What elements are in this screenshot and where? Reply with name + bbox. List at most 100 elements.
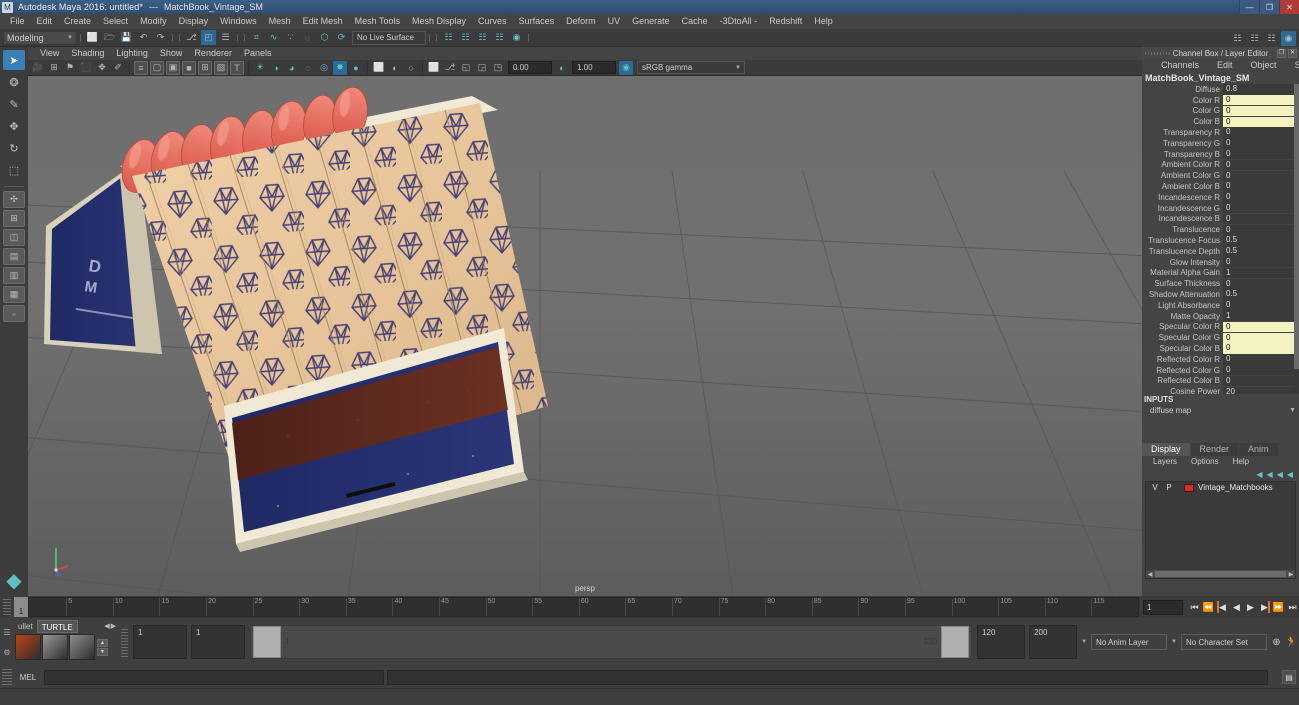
- play-backwards-button[interactable]: ◀: [1230, 599, 1243, 615]
- shadows-icon[interactable]: ◕: [285, 61, 299, 75]
- use-all-lights-icon[interactable]: ◑: [269, 61, 283, 75]
- flat-shade-icon[interactable]: ■: [182, 60, 196, 75]
- channel-box-scrollbar[interactable]: [1294, 84, 1299, 394]
- anim-start-field[interactable]: 1: [191, 625, 245, 659]
- playback-end-field[interactable]: 200: [1029, 625, 1078, 659]
- layer-menu-layers[interactable]: Layers: [1146, 456, 1184, 468]
- channel-value[interactable]: 0: [1223, 148, 1299, 160]
- xray-joints-icon[interactable]: ◐: [388, 61, 402, 75]
- menu-item-curves[interactable]: Curves: [472, 14, 513, 29]
- range-row-divider[interactable]: [121, 627, 128, 657]
- wireframe-on-shaded-icon[interactable]: ⊞: [198, 60, 212, 75]
- anim-layer-dropdown-arrow[interactable]: ▼: [1081, 639, 1087, 645]
- channel-value[interactable]: 0: [1223, 213, 1299, 225]
- shelf-spinner-up[interactable]: ▲: [97, 638, 108, 647]
- viewport-menu-panels[interactable]: Panels: [238, 47, 278, 60]
- statusline-separator-5[interactable]: |: [241, 31, 248, 44]
- single-pane-layout[interactable]: ▫: [3, 305, 25, 322]
- menu-item-select[interactable]: Select: [97, 14, 134, 29]
- menu-item-modify[interactable]: Modify: [134, 14, 173, 29]
- channel-value[interactable]: 1: [1223, 267, 1299, 279]
- menu-item-3dtoall[interactable]: -3DtoAll -: [714, 14, 764, 29]
- channelbox-menu-channels[interactable]: Channels: [1152, 59, 1208, 72]
- rotate-tool[interactable]: ↻: [3, 138, 25, 158]
- channel-value[interactable]: 0: [1223, 95, 1299, 106]
- layer-menu-help[interactable]: Help: [1226, 456, 1256, 468]
- character-set-dropdown-arrow[interactable]: ▼: [1171, 639, 1177, 645]
- select-objects-icon[interactable]: ⎇: [443, 61, 457, 75]
- scroll-left-icon[interactable]: ◀: [1146, 571, 1154, 578]
- scrollbar-thumb[interactable]: [1155, 571, 1286, 577]
- close-button[interactable]: ✕: [1279, 0, 1299, 14]
- menu-item-edit-mesh[interactable]: Edit Mesh: [297, 14, 349, 29]
- channel-box-input-node[interactable]: diffuse map ▼: [1142, 405, 1299, 416]
- menuset-selector[interactable]: Modeling ▼: [3, 30, 77, 45]
- four-view-layout[interactable]: ⊞: [3, 210, 25, 227]
- channel-value[interactable]: 0: [1223, 116, 1299, 127]
- show-hide-channel-box-icon[interactable]: ☷: [475, 30, 490, 45]
- exposure-field[interactable]: 0.00: [508, 61, 552, 74]
- channel-value[interactable]: 0: [1223, 170, 1299, 181]
- channel-value[interactable]: 0: [1223, 105, 1299, 117]
- save-scene-icon[interactable]: 💾: [119, 30, 134, 45]
- snap-to-projected-center-icon[interactable]: ◌: [300, 30, 315, 45]
- xray-active-components-icon[interactable]: ○: [404, 61, 418, 75]
- show-hide-tool-settings-icon[interactable]: ☷: [458, 30, 473, 45]
- screen-space-ao-icon[interactable]: ◌: [301, 61, 315, 75]
- show-hide-attribute-editor-icon[interactable]: ☷: [441, 30, 456, 45]
- shelf-spinner-down[interactable]: ▼: [97, 647, 108, 656]
- anim-layer-selector[interactable]: No Anim Layer: [1091, 634, 1168, 650]
- channel-value[interactable]: 0.5: [1223, 246, 1299, 257]
- menu-item-mesh-tools[interactable]: Mesh Tools: [349, 14, 406, 29]
- shelf-scroll-right-icon[interactable]: ▶: [111, 622, 116, 630]
- menu-item-create[interactable]: Create: [58, 14, 97, 29]
- command-input-field[interactable]: [44, 669, 384, 685]
- render-view-icon[interactable]: ◉: [509, 30, 524, 45]
- bookmark-icon[interactable]: ⚑: [63, 61, 77, 75]
- texture-display-icon[interactable]: T: [230, 60, 244, 75]
- channel-box-toggle-icon[interactable]: ☷: [1264, 31, 1279, 46]
- channel-value[interactable]: 0: [1223, 202, 1299, 214]
- channel-value[interactable]: 0.5: [1223, 289, 1299, 300]
- step-back-frame-button[interactable]: ◀: [1216, 599, 1229, 615]
- maximize-button[interactable]: ❐: [1259, 0, 1279, 14]
- camera-attributes-icon[interactable]: ⊞: [47, 61, 61, 75]
- channel-value[interactable]: 0: [1223, 364, 1299, 376]
- channel-value[interactable]: 0: [1223, 159, 1299, 171]
- channel-value[interactable]: 0: [1223, 354, 1299, 365]
- range-slider-bar[interactable]: 1 120: [250, 625, 973, 659]
- scroll-right-icon[interactable]: ▶: [1287, 571, 1295, 578]
- channel-value[interactable]: 0.8: [1223, 84, 1299, 95]
- menu-item-mesh[interactable]: Mesh: [263, 14, 297, 29]
- tool-settings-toggle-icon[interactable]: ☷: [1247, 31, 1262, 46]
- character-set-selector[interactable]: No Character Set: [1181, 634, 1267, 650]
- time-slider-track[interactable]: 5 10 15 20 25 30 35 40 45 50 55 60 65 70 75 80 85 90 95 100…: [28, 597, 1139, 617]
- render-settings-icon[interactable]: ◉: [1281, 30, 1296, 46]
- new-layer-from-selected-icon[interactable]: ◀: [1287, 470, 1293, 479]
- menu-item-help[interactable]: Help: [808, 14, 839, 29]
- viewport-menu-renderer[interactable]: Renderer: [188, 47, 238, 60]
- channel-value[interactable]: 0: [1223, 332, 1299, 343]
- channel-value[interactable]: 0: [1223, 192, 1299, 203]
- layer-tab-anim[interactable]: Anim: [1239, 443, 1278, 456]
- grab-icon[interactable]: ◳: [491, 61, 505, 75]
- channel-value[interactable]: 0.5: [1223, 235, 1299, 246]
- turtle-bake-shelf-item[interactable]: [42, 634, 68, 660]
- step-back-key-button[interactable]: ⏪: [1202, 599, 1215, 615]
- menu-item-generate[interactable]: Generate: [626, 14, 676, 29]
- snap-to-curve-icon[interactable]: ∿: [266, 30, 281, 45]
- go-to-start-button[interactable]: ⏮: [1188, 599, 1201, 615]
- shelf-tab-ullet[interactable]: ullet: [14, 620, 37, 633]
- menu-item-edit[interactable]: Edit: [31, 14, 59, 29]
- range-end-handle[interactable]: [941, 626, 970, 658]
- viewport-3d-canvas[interactable]: D M persp: [28, 76, 1142, 596]
- new-scene-icon[interactable]: ⬜: [85, 30, 100, 45]
- channelbox-menu-edit[interactable]: Edit: [1208, 59, 1242, 72]
- menu-item-windows[interactable]: Windows: [214, 14, 263, 29]
- make-live-icon[interactable]: ⟳: [334, 30, 349, 45]
- layer-list-hscrollbar[interactable]: ◀ ▶: [1146, 570, 1295, 578]
- hypershade-layout[interactable]: ▦: [3, 286, 25, 303]
- panel-float-button[interactable]: ❐: [1277, 48, 1286, 58]
- multisample-aa-icon[interactable]: ✸: [333, 60, 347, 75]
- use-default-lighting-icon[interactable]: ☀: [253, 61, 267, 75]
